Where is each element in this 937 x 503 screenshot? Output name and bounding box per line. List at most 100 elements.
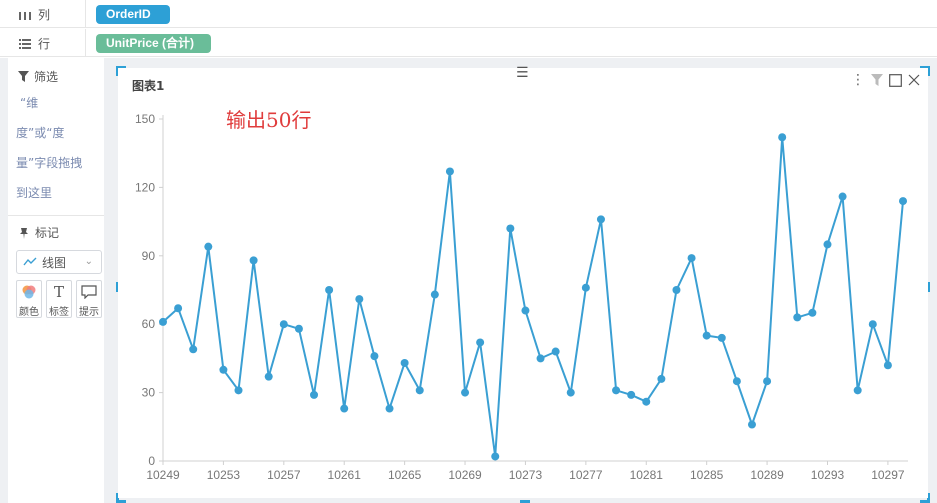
data-point — [219, 365, 228, 374]
label-button-label: 标签 — [49, 307, 69, 318]
rows-shelf: 行 UnitPrice (合计) — [0, 29, 937, 57]
mark-type-value: 线图 — [42, 255, 67, 270]
x-tick-label: 10257 — [267, 468, 301, 482]
marks-title-text: 标记 — [35, 226, 60, 240]
x-tick-label: 10285 — [690, 468, 724, 482]
data-point — [521, 306, 530, 315]
row-field-pill[interactable]: UnitPrice (合计) — [96, 34, 211, 53]
x-tick-label: 10265 — [388, 468, 422, 482]
y-tick-label: 150 — [135, 112, 155, 126]
data-point — [566, 388, 575, 397]
data-point — [883, 361, 892, 370]
data-point — [264, 372, 273, 381]
line-chart: 0 30 60 90 120 150 10249 10253 10257 10261 10265 10… — [135, 112, 908, 482]
x-tick-label: 10277 — [569, 468, 603, 482]
data-point — [174, 304, 183, 313]
rows-icon — [19, 38, 31, 49]
x-tick-label: 10253 — [207, 468, 241, 482]
x-tick-label: 10249 — [146, 468, 180, 482]
chart-card: ☰ 图表1 ⋮ 输出50行 0 30 60 90 120 150 10249 10253 102… — [118, 66, 928, 498]
line-chart-icon — [23, 257, 37, 266]
data-point — [249, 256, 258, 265]
columns-label-text: 列 — [38, 8, 51, 22]
filter-hint-line: 到这里 — [16, 186, 53, 200]
data-point — [823, 240, 832, 249]
data-point — [717, 333, 726, 342]
data-point — [294, 324, 303, 333]
data-point — [627, 390, 636, 399]
tooltip-button[interactable]: 提示 — [76, 280, 102, 318]
data-point — [642, 397, 651, 406]
data-point — [415, 386, 424, 395]
data-point — [732, 377, 741, 386]
tooltip-icon — [77, 281, 101, 303]
filter-hint-line: “维 — [20, 96, 39, 110]
data-point — [657, 374, 666, 383]
columns-shelf: 列 OrderID — [0, 0, 937, 28]
label-button[interactable]: T 标签 — [46, 280, 72, 318]
filter-hint-line: 量”字段拖拽 — [16, 156, 83, 170]
data-point — [536, 354, 545, 363]
chevron-down-icon: ⌄ — [84, 256, 93, 267]
data-point — [234, 386, 243, 395]
shelf-divider — [85, 0, 86, 28]
data-point — [310, 390, 319, 399]
data-point — [838, 192, 847, 201]
data-point — [612, 386, 621, 395]
left-strip — [0, 58, 8, 503]
left-panel: 筛选 “维 度”或“度 量”字段拖拽 到这里 标记 线图 ⌄ 颜色 T 标签 提… — [0, 58, 110, 503]
data-point — [506, 224, 515, 233]
data-point — [491, 452, 500, 461]
x-tick-label: 10297 — [871, 468, 905, 482]
x-tick-label: 10293 — [811, 468, 845, 482]
data-point — [476, 338, 485, 347]
x-tick-label: 10289 — [750, 468, 784, 482]
data-point — [430, 290, 439, 299]
y-tick-label: 30 — [142, 386, 156, 400]
data-point — [204, 242, 213, 251]
data-point — [747, 420, 756, 429]
filter-drop-zone[interactable]: “维 度”或“度 量”字段拖拽 到这里 — [16, 88, 102, 208]
filter-title-text: 筛选 — [34, 70, 59, 84]
data-point — [385, 404, 394, 413]
data-point — [853, 386, 862, 395]
data-point — [279, 320, 288, 329]
y-tick-label: 90 — [142, 249, 156, 263]
data-point — [868, 320, 877, 329]
filter-icon — [18, 71, 29, 82]
text-label-icon: T — [53, 283, 64, 301]
series-line — [162, 136, 904, 458]
color-button[interactable]: 颜色 — [16, 280, 42, 318]
data-point — [808, 308, 817, 317]
column-field-pill[interactable]: OrderID — [96, 5, 170, 24]
data-point — [355, 295, 364, 304]
columns-icon — [19, 11, 31, 20]
data-point — [159, 317, 167, 326]
data-point — [340, 404, 349, 413]
data-point — [445, 167, 454, 176]
shelf-divider — [85, 29, 86, 57]
data-point — [400, 358, 409, 367]
mark-type-select[interactable]: 线图 ⌄ — [16, 250, 102, 274]
data-point — [702, 331, 711, 340]
data-point — [325, 286, 334, 294]
data-point — [189, 345, 198, 354]
tooltip-button-label: 提示 — [79, 307, 99, 318]
data-point — [461, 388, 470, 397]
x-tick-label: 10269 — [448, 468, 482, 482]
marks-section-title: 标记 — [18, 224, 59, 241]
section-divider — [8, 215, 104, 216]
data-point — [687, 254, 696, 263]
data-point — [793, 313, 802, 322]
y-tick-label: 60 — [142, 317, 156, 331]
filter-section-title: 筛选 — [18, 68, 58, 85]
data-point — [763, 377, 772, 386]
rows-label-text: 行 — [38, 37, 51, 51]
y-tick-label: 0 — [148, 454, 155, 468]
data-point — [778, 133, 787, 142]
data-point — [899, 197, 907, 206]
data-point — [370, 352, 379, 361]
data-point — [596, 215, 605, 224]
filter-hint-line: 度”或“度 — [16, 126, 65, 140]
data-point — [551, 347, 560, 356]
